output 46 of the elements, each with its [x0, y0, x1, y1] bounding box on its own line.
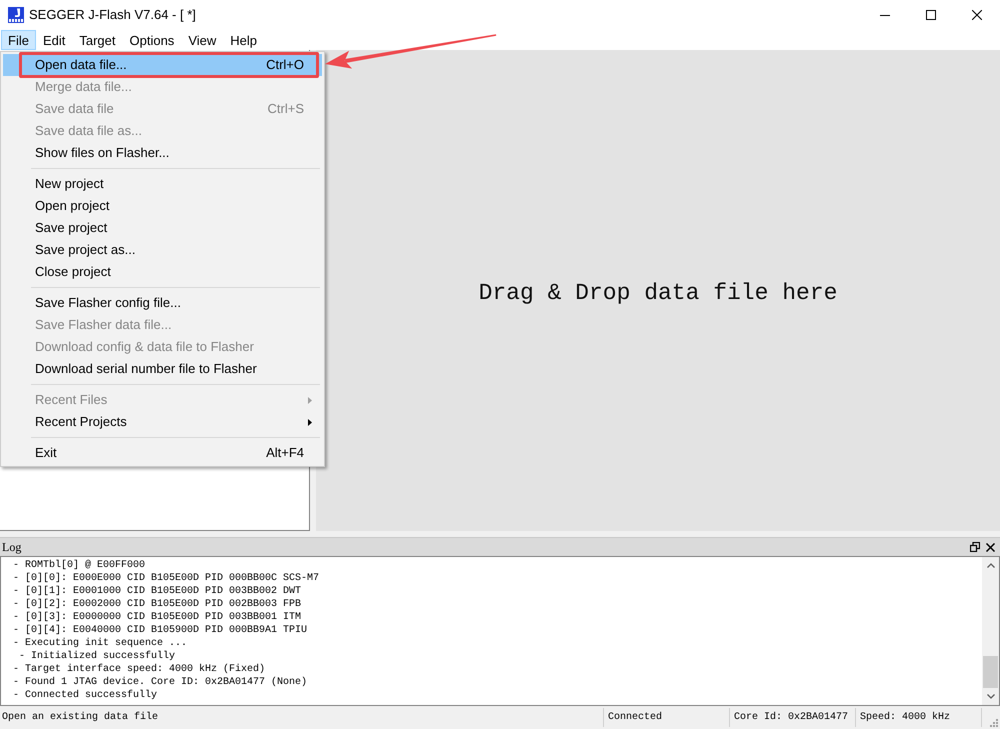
- log-line: - Found 1 JTAG device. Core ID: 0x2BA01477 (None): [13, 676, 308, 689]
- restore-button[interactable]: [969, 542, 980, 552]
- menu-bar-item[interactable]: File: [1, 30, 36, 50]
- menu-item[interactable]: New project: [3, 173, 322, 195]
- status-field: Connected: [608, 710, 662, 725]
- menu-item[interactable]: Show files on Flasher...: [3, 142, 322, 164]
- resize-grip-icon: [989, 718, 998, 727]
- submenu-arrow-icon: [308, 396, 312, 404]
- maximize-icon: [926, 10, 936, 20]
- close-log-button[interactable]: [985, 542, 996, 552]
- shortcut-text: Ctrl+O: [266, 56, 304, 74]
- log-line: - ROMTbl[0] @ E00FF000: [13, 559, 146, 572]
- close-icon: [972, 10, 982, 20]
- minimize-icon: [880, 14, 890, 16]
- menu-item[interactable]: Recent Projects: [3, 411, 322, 433]
- log-line: - [0][1]: E0001000 CID B105E00D PID 003BB002 DWT: [13, 585, 302, 598]
- log-line: - Target interface speed: 4000 kHz (Fixed): [13, 663, 266, 676]
- menu-item[interactable]: Open project: [3, 195, 322, 217]
- window-title: SEGGER J-Flash V7.64 - [ *]: [29, 6, 196, 24]
- chevron-up-icon: [986, 563, 994, 568]
- shortcut-text: Ctrl+S: [268, 100, 304, 118]
- menu-item[interactable]: Download serial number file to Flasher: [3, 358, 322, 380]
- app-logo-icon: [8, 7, 24, 23]
- status-field: Speed: 4000 kHz: [860, 710, 950, 725]
- log-line: - [0][4]: E0040000 CID B105900D PID 000BB9A1 TPIU: [13, 624, 308, 637]
- menu-item[interactable]: Close project: [3, 261, 322, 283]
- scroll-thumb[interactable]: [983, 656, 998, 688]
- status-field: Core Id: 0x2BA01477: [734, 710, 848, 725]
- menu-item[interactable]: Save project as...: [3, 239, 322, 261]
- log-line: - [0][3]: E0000000 CID B105E00D PID 003BB001 ITM: [13, 611, 302, 624]
- chevron-down-icon: [986, 694, 994, 699]
- menu-item[interactable]: Save project: [3, 217, 322, 239]
- log-line: - Connected successfully: [13, 689, 158, 702]
- shortcut-text: Alt+F4: [266, 444, 304, 462]
- menu-item[interactable]: Exit Alt+F4: [3, 442, 322, 464]
- log-line: - [0][0]: E000E000 CID B105E00D PID 000BB00C SCS-M7: [13, 572, 320, 585]
- log-line: - Initialized successfully: [18, 650, 176, 663]
- restore-icon: [970, 542, 980, 552]
- submenu-arrow-icon: [308, 418, 312, 426]
- status-message: Open an existing data file: [2, 710, 158, 725]
- drop-hint-text: Drag & Drop data file here: [478, 278, 838, 308]
- log-line: - Executing init sequence ...: [13, 637, 188, 650]
- close-icon: [986, 542, 995, 552]
- log-line: - [0][2]: E0002000 CID B105E00D PID 002BB003 FPB: [13, 598, 302, 611]
- menu-item[interactable]: Save Flasher config file...: [3, 292, 322, 314]
- log-title: Log: [2, 539, 22, 556]
